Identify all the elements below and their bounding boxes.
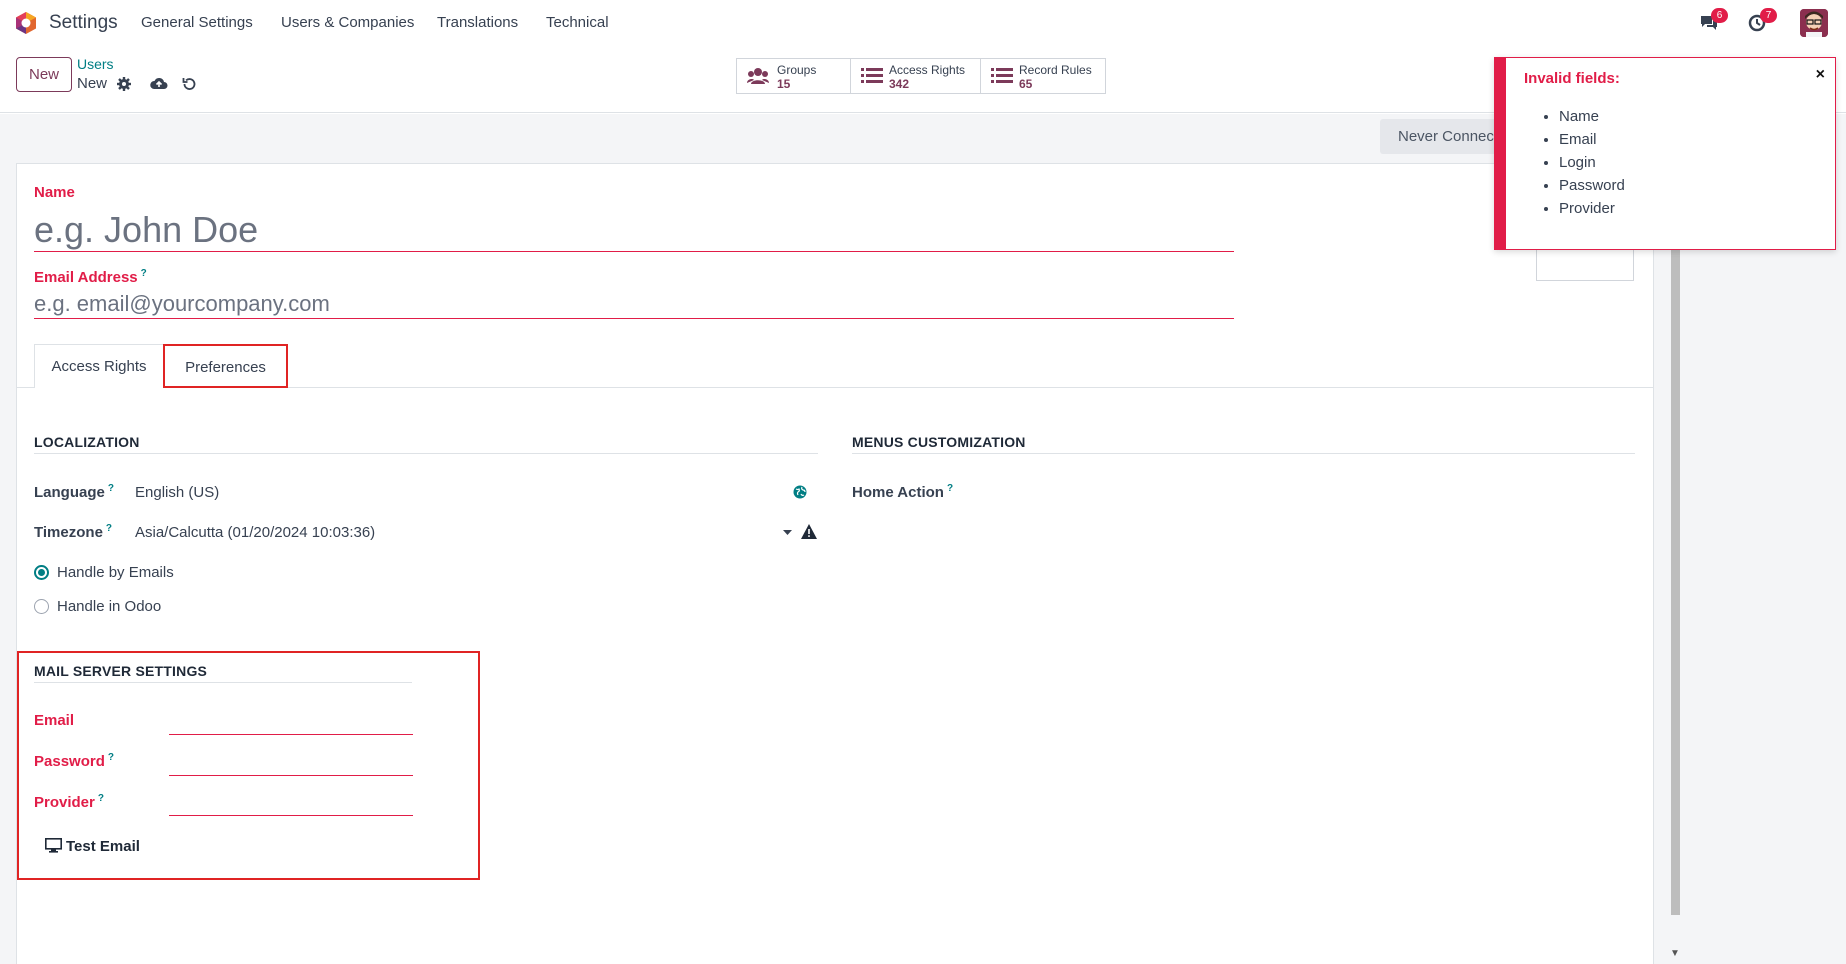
warning-icon [801,524,817,539]
mail-password-label-text: Password [34,753,105,770]
localization-title: LOCALIZATION [34,434,140,450]
radio-handle-in-odoo[interactable] [34,599,49,614]
list-item: Email [1559,131,1625,154]
list-item: Name [1559,108,1625,131]
menu-translations[interactable]: Translations [437,14,518,31]
menu-technical[interactable]: Technical [546,14,609,31]
record-rules-label: Record Rules [1019,63,1092,77]
caret-down-icon[interactable] [783,530,792,536]
help-icon[interactable]: ? [141,268,147,279]
timezone-label-text: Timezone [34,524,103,541]
menu-general-settings[interactable]: General Settings [141,14,253,31]
record-rules-count: 65 [1019,77,1033,91]
test-email-label: Test Email [66,838,140,855]
menu-users-companies[interactable]: Users & Companies [281,14,414,31]
access-rights-smart-button[interactable]: Access Rights 342 [851,59,981,93]
menus-customization-title: MENUS CUSTOMIZATION [852,434,1026,450]
groups-label: Groups [777,63,817,77]
breadcrumb-current: New [77,75,108,92]
list-item: Login [1559,154,1625,177]
notification-title: Invalid fields: [1524,70,1620,87]
gear-icon[interactable] [116,76,132,92]
timezone-select[interactable]: Asia/Calcutta (01/20/2024 10:03:36) [135,524,375,541]
handle-in-odoo-label[interactable]: Handle in Odoo [57,598,161,615]
activities-icon[interactable]: 7 [1748,8,1777,32]
discard-icon[interactable] [181,76,197,92]
mail-provider-label-text: Provider [34,794,95,811]
help-icon[interactable]: ? [108,752,114,763]
mail-email-input[interactable] [169,734,413,735]
name-label: Name [34,184,75,201]
messages-badge: 6 [1711,8,1728,23]
mail-server-divider [34,682,412,683]
activities-badge: 7 [1760,8,1777,23]
list-icon [861,68,883,83]
smart-buttons: Groups 15 Access Rights 342 Record Rules… [736,58,1106,94]
mail-password-input[interactable] [169,775,413,776]
name-input[interactable] [34,208,1234,252]
mail-email-label: Email [34,712,75,729]
tab-access-rights[interactable]: Access Rights [34,344,164,388]
language-label-text: Language [34,484,105,501]
globe-icon[interactable] [793,485,807,499]
test-email-button[interactable]: Test Email [45,838,140,862]
mail-provider-input[interactable] [169,815,413,816]
help-icon[interactable]: ? [106,523,112,534]
help-icon[interactable]: ? [947,483,953,494]
help-icon[interactable]: ? [98,793,104,804]
list-item: Password [1559,177,1625,200]
mail-provider-label: Provider? [34,793,104,811]
tab-preferences[interactable]: Preferences [163,344,288,388]
invalid-fields-list: Name Email Login Password Provider [1559,108,1625,223]
save-cloud-icon[interactable] [150,76,168,92]
email-address-label: Email Address? [34,268,147,286]
messages-icon[interactable]: 6 [1699,8,1728,32]
email-address-label-text: Email Address [34,269,138,286]
user-avatar[interactable] [1800,9,1828,37]
help-icon[interactable]: ? [108,483,114,494]
access-rights-label: Access Rights [889,63,966,77]
home-action-label-text: Home Action [852,484,944,501]
localization-divider [34,453,818,454]
menus-customization-divider [852,453,1635,454]
new-button[interactable]: New [16,57,72,92]
top-navbar: Settings General Settings Users & Compan… [0,0,1846,46]
users-icon [747,68,769,84]
language-value[interactable]: English (US) [135,484,219,501]
groups-count: 15 [777,77,791,91]
home-action-label: Home Action? [852,483,953,501]
email-input[interactable] [34,290,1234,319]
radio-handle-by-emails[interactable] [34,565,49,580]
mail-password-label: Password? [34,752,114,770]
language-label: Language? [34,483,114,501]
odoo-app-icon[interactable] [14,11,38,35]
desktop-icon [45,838,62,853]
scroll-down-icon[interactable]: ▼ [1670,948,1680,959]
invalid-fields-notification: Invalid fields: × Name Email Login Passw… [1494,57,1836,250]
app-title[interactable]: Settings [49,12,118,34]
status-button[interactable]: Never Connected [1380,119,1500,154]
handle-by-emails-label[interactable]: Handle by Emails [57,564,174,581]
list-icon [991,68,1013,83]
scrollbar[interactable] [1671,250,1680,915]
groups-smart-button[interactable]: Groups 15 [737,59,851,93]
breadcrumb-users[interactable]: Users [77,56,114,72]
timezone-label: Timezone? [34,523,112,541]
list-item: Provider [1559,200,1625,223]
close-icon[interactable]: × [1816,66,1825,84]
access-rights-count: 342 [889,77,910,91]
mail-server-title: MAIL SERVER SETTINGS [34,663,208,679]
record-rules-smart-button[interactable]: Record Rules 65 [981,59,1105,93]
